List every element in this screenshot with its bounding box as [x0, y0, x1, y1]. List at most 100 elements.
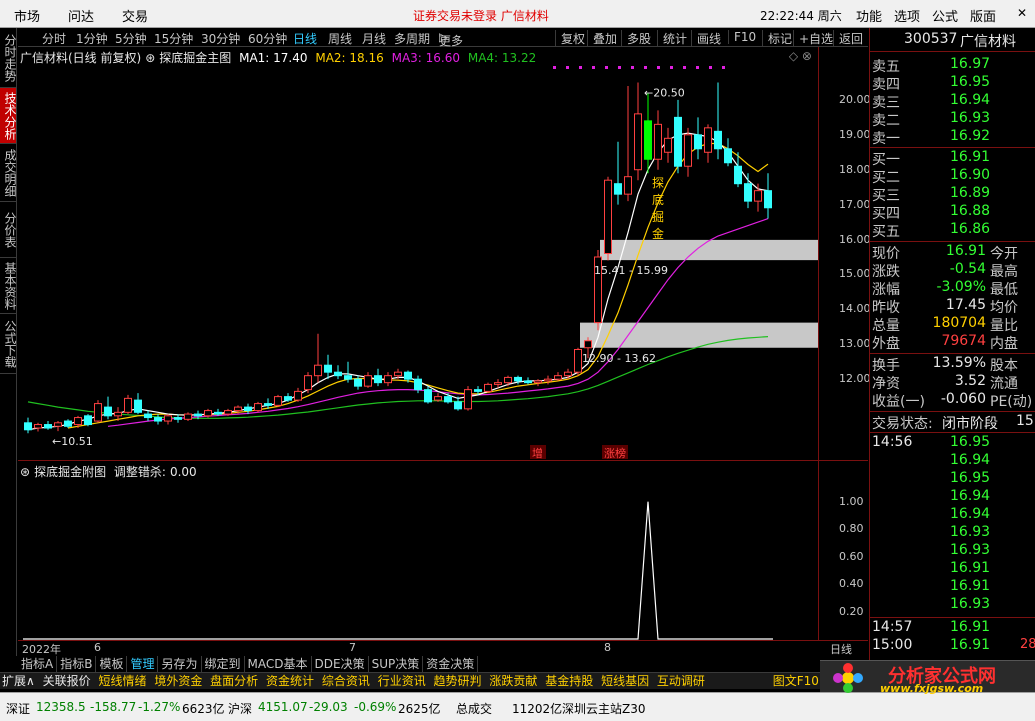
tab-template[interactable]: 模板 [96, 656, 128, 672]
tab-manage[interactable]: 管理 [127, 656, 159, 672]
candle-body [24, 422, 32, 431]
tab-indicator-a[interactable]: 指标A [18, 656, 58, 672]
candle-body [64, 420, 72, 427]
tab-industry-news[interactable]: 行业资讯 [376, 673, 428, 689]
sz-change: -158.77 [90, 700, 137, 714]
candle-body [604, 179, 612, 254]
ask-price: 16.95 [950, 74, 991, 90]
period-multi[interactable]: 多周期 [394, 30, 430, 47]
tab-news[interactable]: 综合资讯 [320, 673, 372, 689]
menu-market[interactable]: 市场 [14, 6, 40, 25]
period-more[interactable]: 更多 ▷ [439, 30, 463, 48]
tab-contribution[interactable]: 涨跌贡献 [487, 673, 539, 689]
tab-interaction[interactable]: 互动调研 [655, 673, 707, 689]
f10-button[interactable]: F10 [728, 30, 756, 44]
tab-basic-info[interactable]: 基本资料 [0, 258, 17, 314]
menu-formula[interactable]: 公式 [932, 6, 958, 25]
tab-trade-detail[interactable]: 成交明细 [0, 144, 17, 202]
stat-label: 外盘 [872, 336, 900, 352]
tab-related-quote[interactable]: 关联报价 [41, 673, 93, 689]
tab-market-analysis[interactable]: 盘面分析 [208, 673, 260, 689]
tab-foreign-fund[interactable]: 境外资金 [152, 673, 204, 689]
login-notice[interactable]: 证券交易未登录 广信材料 [413, 7, 549, 24]
sub-formula-name[interactable]: 探底掘金附图 [34, 465, 106, 479]
tab-short-gene[interactable]: 短线基因 [599, 673, 651, 689]
period-1min[interactable]: 1分钟 [76, 30, 108, 47]
tab-technical[interactable]: 技术分析 [0, 88, 17, 144]
ask-label: 卖三 [872, 95, 900, 111]
menu-wenda[interactable]: 问达 [68, 6, 94, 25]
period-5min[interactable]: 5分钟 [115, 30, 147, 47]
mark-button[interactable]: 标记 [762, 30, 792, 47]
ask-row: 卖三 16.94 [870, 92, 1035, 111]
period-15min[interactable]: 15分钟 [154, 30, 193, 47]
menu-layout[interactable]: 版面 [970, 6, 996, 25]
tab-fund-holding[interactable]: 基金持股 [543, 673, 595, 689]
sub-axis: 1.00 0.80 0.60 0.40 0.20 [818, 460, 868, 640]
candle-body [674, 116, 682, 167]
main-chart[interactable]: ←20.50 ←10.51 15.41 - 15.99 12.90 - 13.62 探底… [18, 47, 818, 460]
sub-chart[interactable]: ⊛ 探底掘金附图 调整错杀: 0.00 [18, 460, 818, 640]
sub-toggle-icon[interactable]: ⊛ [20, 465, 30, 479]
period-monthly[interactable]: 月线 [362, 30, 386, 47]
top-menu-bar: 市场 问达 交易 证券交易未登录 广信材料 22:22:44 周六 功能 选项 … [0, 0, 1035, 28]
period-fenshi[interactable]: 分时 [42, 30, 66, 47]
add-watchlist-button[interactable]: +自选 [793, 30, 833, 47]
tab-price-table[interactable]: 分价表 [0, 202, 17, 258]
period-weekly[interactable]: 周线 [328, 30, 352, 47]
price-tick-label: 12.00 [839, 372, 871, 386]
ask-row: 卖二 16.93 [870, 110, 1035, 129]
period-60min[interactable]: 60分钟 [248, 30, 287, 47]
fuquan-button[interactable]: 复权 [555, 30, 585, 47]
stat-label-2: 量比 [990, 318, 1018, 334]
menu-trade[interactable]: 交易 [122, 6, 148, 25]
candle-body [644, 120, 652, 160]
stat-value: 13.59% [932, 355, 986, 371]
tab-intraday[interactable]: 分时走势 [0, 28, 17, 88]
tab-dde[interactable]: DDE决策 [312, 656, 369, 672]
draw-button[interactable]: 画线 [691, 30, 721, 47]
tab-trend[interactable]: 趋势研判 [432, 673, 484, 689]
quote-panel: 300537 广信材料 卖五 16.97 卖四 16.95 卖三 16.94 卖二 16.93… [869, 28, 1035, 690]
multi-stock-button[interactable]: 多股 [621, 30, 651, 47]
period-30min[interactable]: 30分钟 [201, 30, 240, 47]
tab-save-as[interactable]: 另存为 [158, 656, 202, 672]
server-site[interactable]: 深圳云主站Z30 [562, 700, 646, 717]
stat-label: 涨幅 [872, 282, 900, 298]
panel-separator [870, 241, 1035, 242]
formula-toggle-icon[interactable]: ⊛ [145, 51, 155, 65]
tab-formula-download[interactable]: 公式下载 [0, 314, 17, 374]
tab-f10-graphic[interactable]: 图文F10 [771, 673, 821, 689]
tab-macd[interactable]: MACD基本 [245, 656, 312, 672]
tag-zeng: 增 [532, 446, 543, 460]
tab-indicator-b[interactable]: 指标B [57, 656, 97, 672]
panel-separator [870, 411, 1035, 412]
bid-label: 买二 [872, 170, 900, 186]
tab-expand[interactable]: 扩展∧ [0, 673, 37, 689]
stats-button[interactable]: 统计 [657, 30, 687, 47]
tab-short-sentiment[interactable]: 短线情绪 [96, 673, 148, 689]
tab-fund[interactable]: 资金决策 [423, 656, 479, 672]
tick-price: 16.94 [950, 488, 991, 504]
bid-price: 16.86 [950, 221, 991, 237]
chart-options-icon[interactable]: ◇ ⊗ [789, 49, 812, 63]
hs-change: -29.03 [309, 700, 348, 714]
main-formula-name[interactable]: 探底掘金主图 [159, 51, 231, 65]
back-button[interactable]: 返回 [833, 30, 863, 47]
menu-options[interactable]: 选项 [894, 6, 920, 25]
tab-sup[interactable]: SUP决策 [369, 656, 424, 672]
price-axis: 20.00 19.00 18.00 17.00 16.00 15.00 14.00 13.00… [818, 47, 871, 460]
overlay-button[interactable]: 叠加 [587, 30, 617, 47]
candle-body [544, 378, 552, 382]
candle-body [394, 371, 402, 377]
candle-body [334, 371, 342, 377]
candle-body [194, 413, 202, 417]
close-icon[interactable]: ✕ [1012, 4, 1032, 22]
sub-indicator-line [23, 501, 773, 640]
period-daily[interactable]: 日线 [293, 30, 317, 47]
tab-bind-to[interactable]: 绑定到 [202, 656, 245, 672]
tick-price: 16.91 [950, 578, 991, 594]
tab-fund-stats[interactable]: 资金统计 [264, 673, 316, 689]
top-marker-dot [644, 66, 647, 69]
menu-function[interactable]: 功能 [856, 6, 882, 25]
